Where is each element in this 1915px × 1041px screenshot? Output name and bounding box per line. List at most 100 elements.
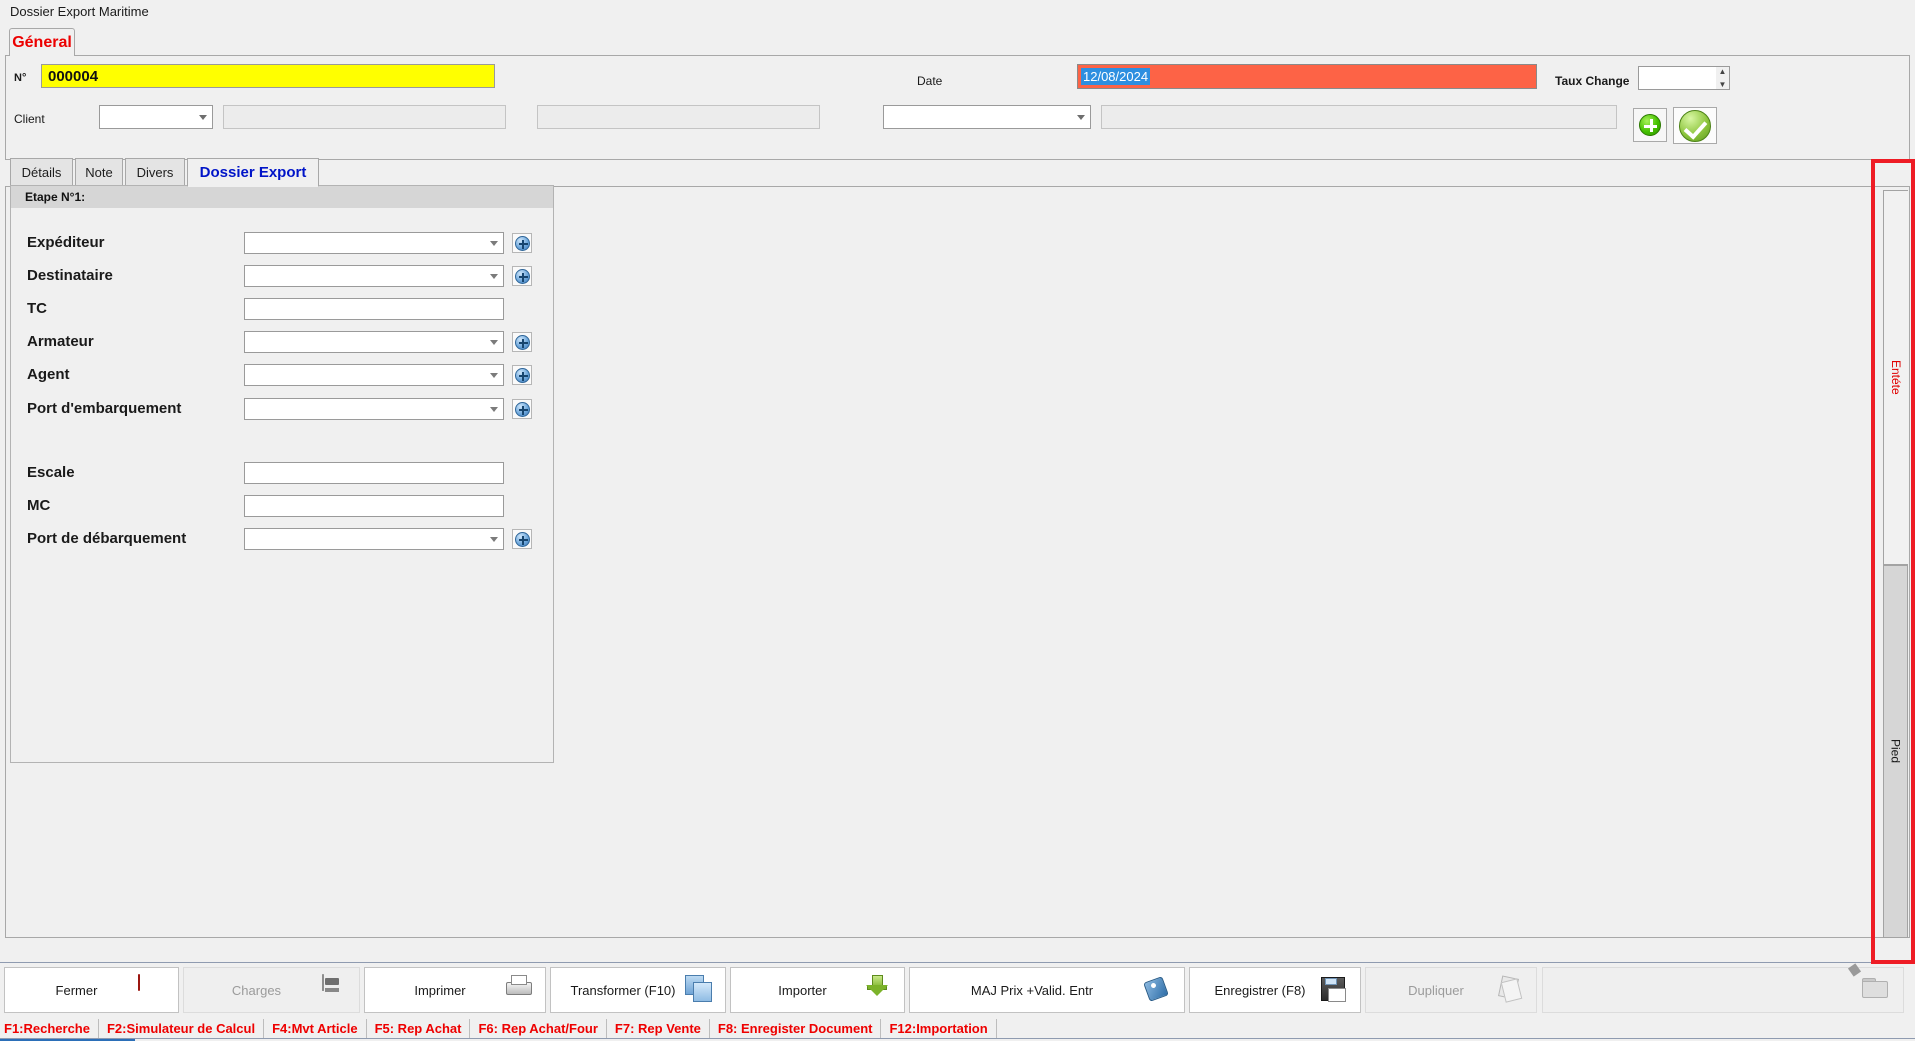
date-field[interactable]: 12/08/2024: [1077, 64, 1537, 89]
fkey-f1[interactable]: F1:Recherche: [0, 1019, 99, 1039]
fermer-button[interactable]: Fermer: [4, 967, 179, 1013]
chevron-down-icon: [490, 407, 498, 412]
duplicate-icon: [1494, 975, 1524, 1005]
side-tab-entete[interactable]: Entéte: [1883, 190, 1908, 565]
input-agent[interactable]: [244, 364, 504, 386]
imprimer-button[interactable]: Imprimer: [364, 967, 546, 1013]
chevron-down-icon: [490, 241, 498, 246]
add-port-debarquement-button[interactable]: [512, 529, 532, 549]
imprimer-label: Imprimer: [414, 982, 466, 998]
label-port-debarquement: Port de débarquement: [27, 530, 187, 547]
chevron-down-icon: [1077, 114, 1085, 120]
importer-label: Importer: [778, 982, 827, 998]
fkey-f6[interactable]: F6: Rep Achat/Four: [470, 1019, 607, 1039]
charges-button[interactable]: Charges: [183, 967, 360, 1013]
input-armateur[interactable]: [244, 331, 504, 353]
enregistrer-button[interactable]: Enregistrer (F8): [1189, 967, 1361, 1013]
folder-search-button[interactable]: [1542, 963, 1904, 1013]
tag-icon: [1142, 975, 1172, 1005]
input-port-debarquement[interactable]: [244, 528, 504, 550]
client-address-readonly: [537, 105, 820, 129]
folder-search-icon: [1847, 963, 1891, 1005]
enregistrer-label: Enregistrer (F8): [1214, 982, 1306, 998]
window-title: Dossier Export Maritime: [10, 4, 149, 19]
add-agent-button[interactable]: [512, 365, 532, 385]
blue-plus-icon: [514, 531, 530, 547]
label-armateur: Armateur: [27, 333, 94, 350]
label-agent: Agent: [27, 366, 70, 383]
blue-plus-icon: [514, 268, 530, 284]
label-port-embarquement: Port d'embarquement: [27, 400, 182, 417]
input-mc[interactable]: [244, 495, 504, 517]
application-window: Dossier Export Maritime Géneral N° 00000…: [0, 0, 1915, 1041]
input-port-embarquement[interactable]: [244, 398, 504, 420]
add-client-button[interactable]: [1633, 108, 1667, 142]
taux-change-stepper[interactable]: ▲ ▼: [1716, 67, 1729, 89]
label-tc: TC: [27, 300, 47, 317]
numero-label: N°: [14, 72, 27, 84]
client-secondary-combo[interactable]: [883, 105, 1091, 129]
maj-prix-label: MAJ Prix +Valid. Entr: [970, 982, 1094, 998]
date-label: Date: [917, 74, 943, 88]
etape-header: Etape N°1:: [11, 186, 553, 208]
taux-change-label: Taux Change: [1555, 74, 1630, 88]
add-expediteur-button[interactable]: [512, 233, 532, 253]
chevron-down-icon: ▼: [1718, 80, 1727, 89]
side-tab-pied-label: Pied: [1888, 739, 1903, 764]
bus-icon: [317, 974, 347, 1005]
fkey-f2[interactable]: F2:Simulateur de Calcul: [99, 1019, 265, 1039]
tab-details[interactable]: Détails: [10, 158, 73, 186]
blue-plus-icon: [514, 334, 530, 350]
chevron-down-icon: [199, 114, 207, 120]
add-destinataire-button[interactable]: [512, 266, 532, 286]
dupliquer-button[interactable]: Dupliquer: [1365, 967, 1537, 1013]
label-escale: Escale: [27, 464, 75, 481]
chevron-down-icon: [490, 537, 498, 542]
add-port-embarquement-button[interactable]: [512, 399, 532, 419]
maj-prix-button[interactable]: MAJ Prix +Valid. Entr: [909, 967, 1185, 1013]
dupliquer-label: Dupliquer: [1408, 982, 1464, 998]
green-plus-icon: [1639, 114, 1661, 136]
close-icon: [136, 974, 166, 1005]
client-code-combo[interactable]: [99, 105, 213, 129]
client-extra-readonly: [1101, 105, 1617, 129]
blue-plus-icon: [514, 401, 530, 417]
input-destinataire[interactable]: [244, 265, 504, 287]
validate-client-button[interactable]: [1673, 107, 1717, 144]
fkey-f7[interactable]: F7: Rep Vente: [607, 1019, 710, 1039]
tab-divers[interactable]: Divers: [125, 158, 185, 186]
blue-plus-icon: [514, 235, 530, 251]
save-icon: [1318, 975, 1348, 1005]
chevron-down-icon: [490, 373, 498, 378]
transformer-label: Transformer (F10): [570, 982, 676, 998]
tab-dossier-export[interactable]: Dossier Export: [187, 158, 319, 187]
download-icon: [862, 975, 892, 1005]
tab-note[interactable]: Note: [75, 158, 123, 186]
fermer-label: Fermer: [55, 982, 98, 998]
fkey-f12[interactable]: F12:Importation: [881, 1019, 997, 1039]
importer-button[interactable]: Importer: [730, 967, 905, 1013]
fkey-f8[interactable]: F8: Enregister Document: [710, 1019, 882, 1039]
add-armateur-button[interactable]: [512, 332, 532, 352]
bottom-toolbar: Fermer Charges Imprimer Transformer (F10…: [0, 962, 1915, 1016]
side-tabstrip: Entéte Pied: [1883, 190, 1909, 943]
transformer-button[interactable]: Transformer (F10): [550, 967, 726, 1013]
input-escale[interactable]: [244, 462, 504, 484]
chevron-down-icon: [490, 340, 498, 345]
numero-field[interactable]: 000004: [41, 64, 495, 88]
blue-plus-icon: [514, 367, 530, 383]
fkey-f5[interactable]: F5: Rep Achat: [367, 1019, 471, 1039]
input-expediteur[interactable]: [244, 232, 504, 254]
client-name-readonly: [223, 105, 506, 129]
fkey-f4[interactable]: F4:Mvt Article: [264, 1019, 367, 1039]
input-tc[interactable]: [244, 298, 504, 320]
side-tab-pied[interactable]: Pied: [1883, 565, 1908, 938]
printer-icon: [503, 975, 533, 1005]
label-mc: MC: [27, 497, 51, 514]
transform-icon: [683, 975, 713, 1005]
date-value-selected: 12/08/2024: [1081, 67, 1151, 86]
label-destinataire: Destinataire: [27, 267, 113, 284]
green-check-icon: [1679, 109, 1711, 142]
chevron-down-icon: [490, 274, 498, 279]
tab-general[interactable]: Géneral: [9, 28, 75, 56]
